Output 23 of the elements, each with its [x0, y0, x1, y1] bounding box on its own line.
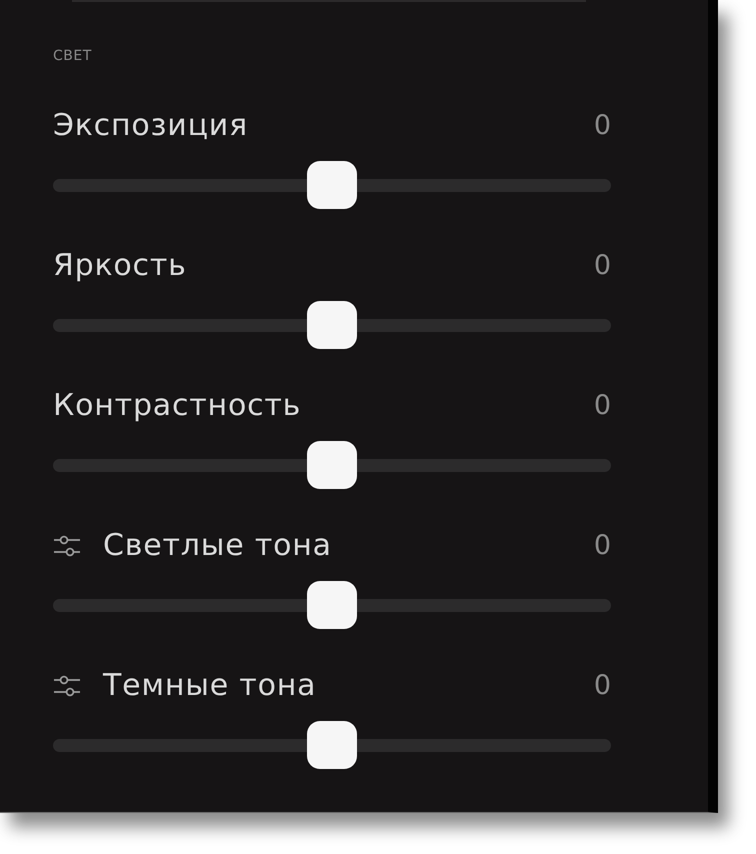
slider-thumb[interactable] — [307, 581, 357, 629]
slider-label: Экспозиция — [53, 108, 248, 144]
slider-value: 0 — [594, 249, 611, 283]
slider-thumb[interactable] — [307, 441, 357, 489]
slider-label: Контрастность — [53, 388, 302, 424]
sliders-icon[interactable] — [53, 535, 81, 557]
slider-thumb[interactable] — [307, 301, 357, 349]
slider-value: 0 — [594, 529, 611, 563]
section-title: СВЕТ — [53, 47, 92, 66]
slider-track[interactable] — [53, 441, 611, 489]
slider-label: Яркость — [53, 248, 187, 284]
slider-thumb[interactable] — [307, 721, 357, 769]
slider-track[interactable] — [53, 161, 611, 209]
slider-track[interactable] — [53, 581, 611, 629]
slider-track[interactable] — [53, 301, 611, 349]
slider-thumb[interactable] — [307, 161, 357, 209]
slider-label: Темные тона — [103, 668, 316, 704]
slider-track[interactable] — [53, 721, 611, 769]
slider-value: 0 — [594, 669, 611, 703]
slider-value: 0 — [594, 109, 611, 143]
slider-value: 0 — [594, 389, 611, 423]
slider-label: Светлые тона — [103, 528, 332, 564]
sliders-icon[interactable] — [53, 675, 81, 697]
